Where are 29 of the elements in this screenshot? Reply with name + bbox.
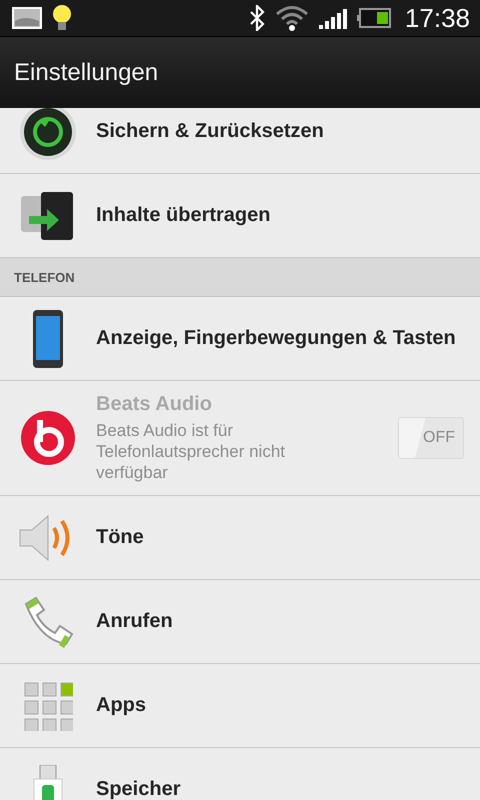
circular-arrow-icon	[19, 108, 77, 160]
signal-icon	[318, 7, 347, 29]
settings-item[interactable]: Anzeige, Fingerbewegungen & Tasten	[0, 297, 480, 381]
settings-item[interactable]: Töne	[0, 496, 480, 580]
light-bulb-icon	[52, 4, 72, 32]
smartphone-icon	[32, 308, 64, 368]
item-label: Inhalte übertragen	[96, 204, 270, 227]
settings-item[interactable]: Apps	[0, 664, 480, 748]
item-label: Beats Audio	[96, 393, 213, 416]
wifi-icon	[274, 5, 309, 31]
item-label: Speicher	[96, 778, 180, 800]
image-notification-icon	[12, 7, 42, 29]
item-label: Anzeige, Fingerbewegungen & Tasten	[96, 327, 456, 350]
section-title: TELEFON	[14, 270, 75, 284]
item-label: Apps	[96, 694, 146, 717]
beats-logo-icon	[20, 410, 76, 466]
settings-item[interactable]: Speicher	[0, 748, 480, 800]
app-grid-icon	[23, 680, 73, 730]
screen-title: Einstellungen	[14, 58, 158, 86]
clock-time: 17:38	[404, 2, 470, 34]
item-label: Sichern & Zurücksetzen	[96, 120, 324, 143]
item-label: Töne	[96, 526, 144, 549]
item-label: Anrufen	[96, 610, 173, 633]
settings-item[interactable]: Anrufen	[0, 580, 480, 664]
bluetooth-icon	[248, 5, 265, 31]
usb-stick-icon	[33, 764, 63, 800]
item-summary: Beats Audio ist für Telefonlautsprecher nicht verfügbar	[96, 420, 286, 483]
settings-item[interactable]: Sichern & Zurücksetzen	[0, 108, 480, 174]
battery-icon	[356, 8, 391, 28]
